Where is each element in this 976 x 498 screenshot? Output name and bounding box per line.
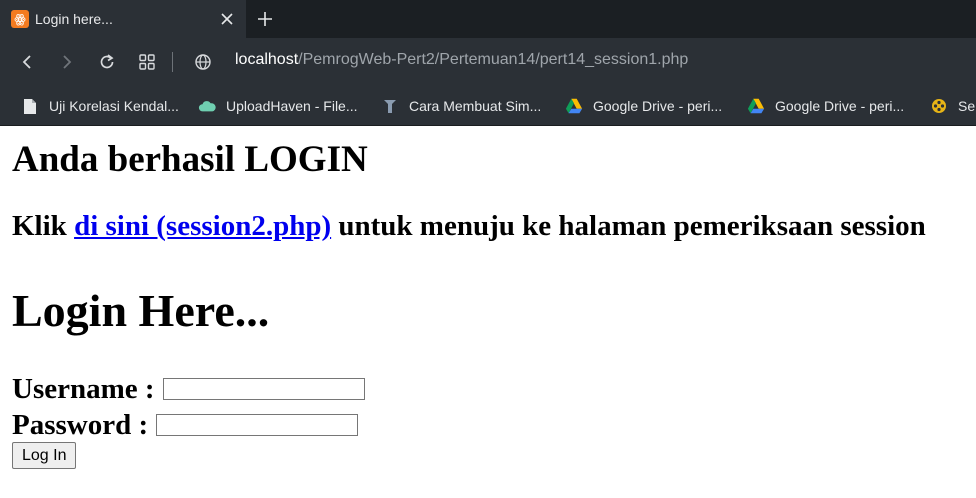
password-row: Password :: [12, 409, 359, 441]
blog-icon: [381, 97, 399, 115]
tab-strip: ꙮ Login here...: [0, 0, 976, 38]
username-input[interactable]: [162, 378, 365, 400]
link-prefix: Klik: [12, 210, 75, 242]
bookmark-item[interactable]: Cara Membuat Sim...: [381, 95, 541, 117]
bookmark-label: UploadHaven - File...: [226, 98, 358, 114]
page-content: Anda berhasil LOGIN Klik di sini (sessio…: [0, 126, 976, 498]
session-link-line: Klik di sini (session2.php) untuk menuju…: [12, 210, 926, 242]
bookmarks-bar: Uji Korelasi Kendal... UploadHaven - Fil…: [0, 86, 976, 126]
cloud-icon: [198, 97, 216, 115]
bookmark-item[interactable]: Se: [930, 95, 975, 117]
bookmark-item[interactable]: Uji Korelasi Kendal...: [21, 95, 179, 117]
password-label: Password :: [12, 409, 149, 441]
film-icon: [930, 97, 948, 115]
google-drive-icon: [565, 97, 583, 115]
username-row: Username :: [12, 373, 365, 405]
login-title: Login Here...: [12, 285, 270, 336]
document-icon: [21, 97, 39, 115]
login-button[interactable]: Log In: [12, 442, 77, 469]
url-host: localhost: [235, 51, 299, 68]
password-input[interactable]: [156, 414, 359, 436]
bookmark-label: Google Drive - peri...: [593, 98, 723, 114]
forward-arrow-icon[interactable]: [55, 50, 79, 74]
address-toolbar: localhost/PemrogWeb-Pert2/Pertemuan14/pe…: [0, 38, 976, 86]
bookmark-item[interactable]: UploadHaven - File...: [198, 95, 358, 117]
address-bar[interactable]: localhost/PemrogWeb-Pert2/Pertemuan14/pe…: [235, 51, 688, 69]
reload-icon[interactable]: [95, 50, 119, 74]
url-path: /PemrogWeb-Pert2/Pertemuan14/pert14_sess…: [298, 51, 689, 68]
bookmark-label: Google Drive - peri...: [775, 98, 905, 114]
bookmark-item[interactable]: Google Drive - peri...: [565, 95, 722, 117]
globe-icon[interactable]: [191, 50, 215, 74]
session2-link[interactable]: di sini (session2.php): [74, 210, 331, 242]
username-label: Username :: [12, 373, 155, 405]
toolbar-divider: [172, 52, 173, 72]
success-heading: Anda berhasil LOGIN: [12, 139, 368, 180]
new-tab-icon[interactable]: [246, 0, 284, 38]
bookmark-label: Cara Membuat Sim...: [409, 98, 542, 114]
link-suffix: untuk menuju ke halaman pemeriksaan sess…: [331, 210, 926, 242]
speed-dial-grid-icon[interactable]: [135, 50, 159, 74]
back-arrow-icon[interactable]: [15, 50, 39, 74]
bookmark-label: Uji Korelasi Kendal...: [49, 98, 179, 114]
xampp-favicon-icon: ꙮ: [11, 10, 29, 28]
bookmark-label: Se: [958, 98, 976, 114]
close-tab-icon[interactable]: [218, 10, 236, 28]
bookmark-item[interactable]: Google Drive - peri...: [747, 95, 904, 117]
browser-tab[interactable]: ꙮ Login here...: [0, 0, 246, 38]
tab-title: Login here...: [35, 11, 113, 27]
google-drive-icon: [747, 97, 765, 115]
